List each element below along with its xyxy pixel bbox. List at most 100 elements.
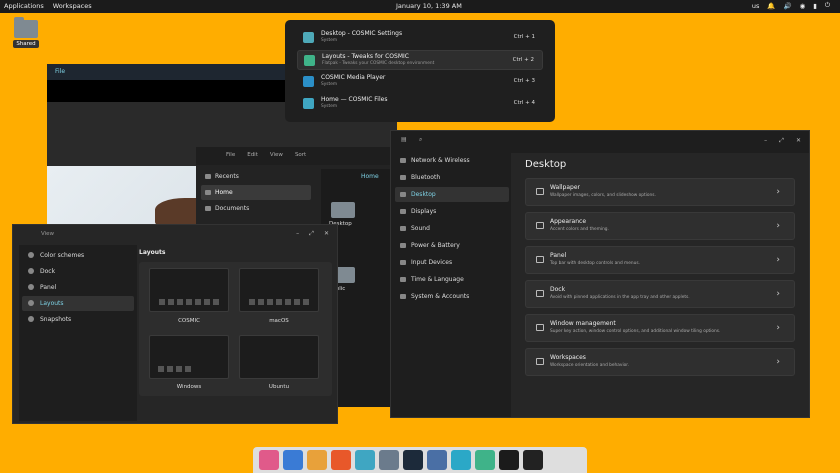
dock-app-icon[interactable] bbox=[307, 450, 327, 470]
files-menu-file[interactable]: File bbox=[226, 152, 235, 165]
settings-nav-power[interactable]: Power & Battery bbox=[395, 238, 509, 253]
dock-app-icon[interactable] bbox=[355, 450, 375, 470]
workspaces-menu[interactable]: Workspaces bbox=[53, 2, 92, 10]
layout-ubuntu[interactable] bbox=[239, 335, 319, 379]
settings-nav-desktop[interactable]: Desktop bbox=[395, 187, 509, 202]
layouts-panel: Layouts COSMIC macOS Windows Ubuntu bbox=[139, 245, 333, 396]
chevron-right-icon: › bbox=[776, 323, 780, 333]
layout-windows-label: Windows bbox=[176, 384, 202, 390]
sidebar-toggle-icon[interactable]: ▤ bbox=[401, 136, 407, 143]
tweaks-nav-layouts[interactable]: Layouts bbox=[22, 296, 134, 311]
card-dock[interactable]: Dock Avoid with pinned applications in th… bbox=[525, 280, 795, 308]
view-menu[interactable]: View bbox=[41, 231, 54, 237]
settings-window: ▤ ⌕ – ⤢ ✕ Network & Wireless Bluetooth D… bbox=[390, 130, 810, 418]
layouts-heading: Layouts bbox=[139, 249, 166, 256]
card-title: Workspaces bbox=[550, 354, 586, 361]
dock-app-icon[interactable] bbox=[523, 450, 543, 470]
files-menu-view[interactable]: View bbox=[270, 152, 283, 165]
maximize-icon[interactable]: ⤢ bbox=[309, 230, 314, 238]
dock-app-icon[interactable] bbox=[499, 450, 519, 470]
minimize-icon[interactable]: – bbox=[296, 230, 299, 238]
files-sidebar-recents[interactable]: Recents bbox=[201, 169, 311, 184]
settings-sidebar: Network & Wireless Bluetooth Desktop Dis… bbox=[395, 153, 509, 306]
card-window-management[interactable]: Window management Super key action, windo… bbox=[525, 314, 795, 342]
settings-nav-network[interactable]: Network & Wireless bbox=[395, 153, 509, 168]
result-shortcut: Ctrl + 1 bbox=[513, 34, 535, 40]
search-icon[interactable]: ⌕ bbox=[419, 136, 422, 144]
settings-nav-bluetooth[interactable]: Bluetooth bbox=[395, 170, 509, 185]
close-icon[interactable]: ✕ bbox=[324, 230, 329, 238]
maximize-icon[interactable]: ⤢ bbox=[779, 137, 784, 145]
tweaks-sidebar: Color schemes Dock Panel Layouts Snapsho… bbox=[19, 245, 137, 421]
card-desc: Super key action, window control options… bbox=[550, 329, 721, 334]
dock-app-icon[interactable] bbox=[259, 450, 279, 470]
notifications-icon[interactable]: 🔔 bbox=[767, 2, 775, 10]
settings-nav-input[interactable]: Input Devices bbox=[395, 255, 509, 270]
card-workspaces[interactable]: Workspaces Workspace orientation and beha… bbox=[525, 348, 795, 376]
files-app-icon bbox=[303, 98, 314, 109]
clock[interactable]: January 10, 1:39 AM bbox=[396, 2, 462, 10]
dock-app-icon[interactable] bbox=[451, 450, 471, 470]
card-title: Dock bbox=[550, 286, 566, 293]
files-sidebar-documents[interactable]: Documents bbox=[201, 201, 311, 216]
dock-app-icon[interactable] bbox=[403, 450, 423, 470]
settings-nav-displays[interactable]: Displays bbox=[395, 204, 509, 219]
files-menu-edit[interactable]: Edit bbox=[247, 152, 258, 165]
settings-main: Desktop Wallpaper Wallpaper images, color… bbox=[511, 153, 809, 417]
card-appearance[interactable]: Appearance Accent colors and theming. › bbox=[525, 212, 795, 240]
result-sub: System bbox=[321, 38, 338, 43]
network-icon[interactable]: ◉ bbox=[800, 2, 806, 10]
tweaks-nav-color-schemes[interactable]: Color schemes bbox=[22, 248, 134, 263]
tweaks-nav-dock[interactable]: Dock bbox=[22, 264, 134, 279]
card-title: Panel bbox=[550, 252, 567, 259]
top-panel: Applications Workspaces January 10, 1:39… bbox=[0, 0, 840, 13]
card-title: Window management bbox=[550, 320, 616, 327]
result-name: Desktop - COSMIC Settings bbox=[321, 30, 403, 37]
chevron-right-icon: › bbox=[776, 357, 780, 367]
launcher-result[interactable]: Desktop - COSMIC Settings System Ctrl + … bbox=[297, 28, 543, 48]
files-sidebar-home[interactable]: Home bbox=[201, 185, 311, 200]
layout-macos[interactable] bbox=[239, 268, 319, 312]
layout-windows[interactable] bbox=[149, 335, 229, 379]
launcher-result[interactable]: Home — COSMIC Files System Ctrl + 4 bbox=[297, 94, 543, 114]
result-sub: System bbox=[321, 104, 338, 109]
chevron-right-icon: › bbox=[776, 221, 780, 231]
media-player-app-icon bbox=[303, 76, 314, 87]
card-wallpaper[interactable]: Wallpaper Wallpaper images, colors, and s… bbox=[525, 178, 795, 206]
path-home[interactable]: Home bbox=[321, 169, 390, 180]
settings-nav-sound[interactable]: Sound bbox=[395, 221, 509, 236]
folder-icon[interactable] bbox=[331, 202, 355, 218]
wallpaper-icon bbox=[536, 188, 544, 195]
battery-icon[interactable]: ▮ bbox=[813, 2, 817, 10]
settings-nav-time[interactable]: Time & Language bbox=[395, 272, 509, 287]
layout-cosmic-label: COSMIC bbox=[178, 318, 200, 324]
keyboard-layout[interactable]: us bbox=[752, 2, 760, 10]
power-icon[interactable]: ⏻ bbox=[825, 1, 830, 10]
layout-cosmic[interactable] bbox=[149, 268, 229, 312]
close-icon[interactable]: ✕ bbox=[796, 137, 801, 145]
desktop-folder-shared[interactable]: Shared bbox=[12, 17, 40, 48]
applications-menu[interactable]: Applications bbox=[4, 2, 44, 10]
dock-app-icon[interactable] bbox=[379, 450, 399, 470]
window-icon bbox=[536, 324, 544, 331]
volume-icon[interactable]: 🔊 bbox=[784, 2, 792, 10]
desktop-folder-label: Shared bbox=[13, 40, 39, 48]
dock-app-icon[interactable] bbox=[427, 450, 447, 470]
tweaks-nav-panel[interactable]: Panel bbox=[22, 280, 134, 295]
launcher-result[interactable]: Layouts - Tweaks for COSMIC Flatpak - Tw… bbox=[297, 50, 543, 70]
dock-app-icon[interactable] bbox=[475, 450, 495, 470]
dock-app-icon[interactable] bbox=[331, 450, 351, 470]
result-name: COSMIC Media Player bbox=[321, 74, 386, 81]
settings-nav-system[interactable]: System & Accounts bbox=[395, 289, 509, 304]
dock-icon bbox=[536, 290, 544, 297]
card-panel[interactable]: Panel Top bar with desktop controls and m… bbox=[525, 246, 795, 274]
files-menu-sort[interactable]: Sort bbox=[295, 152, 306, 165]
folder-icon bbox=[14, 17, 38, 38]
launcher-result[interactable]: COSMIC Media Player System Ctrl + 3 bbox=[297, 72, 543, 92]
tweaks-nav-snapshots[interactable]: Snapshots bbox=[22, 312, 134, 327]
panel-icon bbox=[536, 256, 544, 263]
minimize-icon[interactable]: – bbox=[764, 137, 767, 145]
dock-app-icon[interactable] bbox=[283, 450, 303, 470]
card-desc: Workspace orientation and behavior. bbox=[550, 363, 630, 368]
launcher-popup: Desktop - COSMIC Settings System Ctrl + … bbox=[285, 20, 555, 122]
